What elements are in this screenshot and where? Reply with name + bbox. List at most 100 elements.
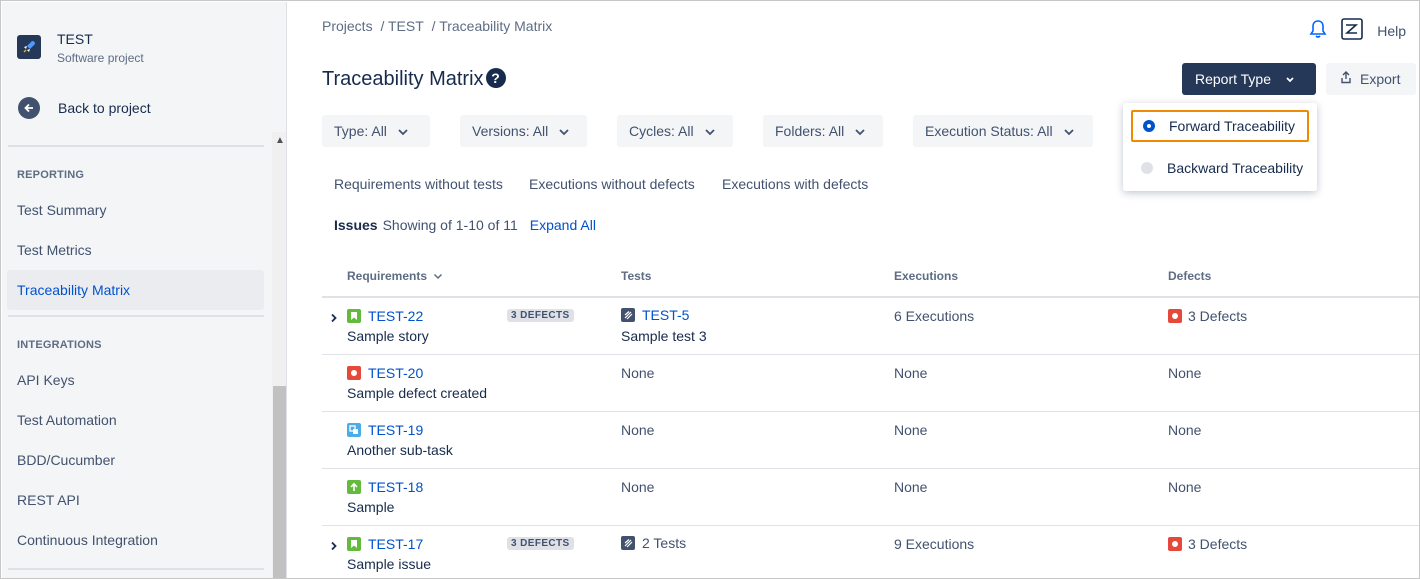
main-content: Projects / TEST / Traceability Matrix He… xyxy=(288,2,1419,578)
sidebar-item-label: Test Automation xyxy=(17,412,117,428)
requirement-summary: Sample defect created xyxy=(347,385,488,401)
tab-executions-with-defects[interactable]: Executions with defects xyxy=(722,176,868,192)
filter-cycles[interactable]: Cycles: All xyxy=(617,115,733,147)
breadcrumb-projects[interactable]: Projects xyxy=(322,18,373,34)
filter-versions[interactable]: Versions: All xyxy=(460,115,587,147)
chevron-down-icon xyxy=(1063,123,1075,139)
tab-requirements-without-tests[interactable]: Requirements without tests xyxy=(334,176,503,192)
menu-item-forward-traceability[interactable]: Forward Traceability xyxy=(1131,110,1309,142)
sidebar-item-api-keys[interactable]: API Keys xyxy=(7,360,264,400)
zephyr-app-icon[interactable] xyxy=(1341,18,1364,43)
arrow-left-icon xyxy=(18,97,40,119)
sidebar-item-label: Continuous Integration xyxy=(17,532,158,548)
bug-icon xyxy=(1168,537,1182,551)
sidebar-divider xyxy=(8,568,264,570)
filter-label: Folders: All xyxy=(775,123,845,139)
row-divider xyxy=(322,525,1419,526)
executions-value: None xyxy=(894,365,928,381)
requirement-link[interactable]: TEST-18 xyxy=(347,479,423,495)
filter-execution-status[interactable]: Execution Status: All xyxy=(913,115,1093,147)
help-link[interactable]: Help xyxy=(1377,23,1406,39)
filter-label: Cycles: All xyxy=(629,123,694,139)
help-question-icon[interactable]: ? xyxy=(485,67,506,88)
defects-value: None xyxy=(1168,479,1202,495)
test-icon xyxy=(621,536,635,550)
menu-item-backward-traceability[interactable]: Backward Traceability xyxy=(1131,152,1309,184)
header-actions: Help xyxy=(1309,18,1406,43)
project-type: Software project xyxy=(57,51,144,65)
executions-value[interactable]: 9 Executions xyxy=(894,536,974,552)
requirement-key: TEST-22 xyxy=(368,308,424,324)
filter-label: Execution Status: All xyxy=(925,123,1053,139)
requirement-link[interactable]: TEST-22 xyxy=(347,308,423,324)
requirement-link[interactable]: TEST-19 xyxy=(347,422,423,438)
export-button[interactable]: Export xyxy=(1326,63,1416,95)
defects-value: None xyxy=(1168,422,1202,438)
filter-label: Versions: All xyxy=(472,123,549,139)
test-key: TEST-5 xyxy=(642,307,690,323)
table-header-divider xyxy=(322,296,1419,298)
sidebar-item-label: API Keys xyxy=(17,372,75,388)
defects-badge: 3 DEFECTS xyxy=(507,309,574,322)
executions-value[interactable]: 6 Executions xyxy=(894,308,974,324)
requirement-key: TEST-18 xyxy=(368,479,424,495)
sidebar-item-traceability-matrix[interactable]: Traceability Matrix xyxy=(7,270,264,310)
defects-badge: 3 DEFECTS xyxy=(507,537,574,550)
requirement-summary: Another sub-task xyxy=(347,442,453,458)
chevron-right-icon[interactable] xyxy=(330,540,338,554)
row-divider xyxy=(322,354,1419,355)
chevron-down-icon xyxy=(1285,71,1295,87)
project-name: TEST xyxy=(57,31,93,47)
column-header-tests: Tests xyxy=(621,269,652,283)
defects-value[interactable]: 3 Defects xyxy=(1168,308,1247,324)
tab-executions-without-defects[interactable]: Executions without defects xyxy=(529,176,695,192)
chevron-right-icon[interactable] xyxy=(330,312,338,326)
issues-count: Showing of 1-10 of 11 xyxy=(382,217,518,233)
breadcrumb-traceability[interactable]: / Traceability Matrix xyxy=(432,18,553,34)
back-to-project-link[interactable]: Back to project xyxy=(18,97,151,119)
requirement-key: TEST-17 xyxy=(368,536,424,552)
requirement-key: TEST-19 xyxy=(368,422,424,438)
menu-item-label: Backward Traceability xyxy=(1167,160,1304,176)
radio-selected-icon xyxy=(1143,120,1155,132)
column-header-requirements[interactable]: Requirements xyxy=(347,269,443,283)
requirement-link[interactable]: TEST-20 xyxy=(347,365,423,381)
project-header[interactable]: TEST Software project xyxy=(17,30,144,67)
column-header-defects: Defects xyxy=(1168,269,1212,283)
section-title-integrations: INTEGRATIONS xyxy=(17,339,102,351)
breadcrumb-test[interactable]: / TEST xyxy=(380,18,423,34)
scroll-up-arrow-icon[interactable]: ▲ xyxy=(275,135,285,146)
filter-folders[interactable]: Folders: All xyxy=(763,115,883,147)
defects-value[interactable]: 3 Defects xyxy=(1168,536,1247,552)
sidebar-item-label: Test Summary xyxy=(17,202,107,218)
subtask-icon xyxy=(347,423,361,437)
report-type-button[interactable]: Report Type xyxy=(1182,63,1316,95)
issues-label: Issues xyxy=(334,217,378,233)
sidebar-item-bdd-cucumber[interactable]: BDD/Cucumber xyxy=(7,440,264,480)
requirement-link[interactable]: TEST-17 xyxy=(347,536,423,552)
chevron-down-icon xyxy=(558,123,570,139)
executions-value: None xyxy=(894,422,928,438)
sidebar-item-continuous-integration[interactable]: Continuous Integration xyxy=(7,520,264,560)
story-icon xyxy=(347,309,361,323)
sidebar-scrollbar-thumb[interactable] xyxy=(273,386,286,578)
sidebar-item-rest-api[interactable]: REST API xyxy=(7,480,264,520)
tests-value: None xyxy=(621,365,655,381)
defects-value: None xyxy=(1168,365,1202,381)
improvement-arrow-up-icon xyxy=(347,480,361,494)
chevron-down-icon xyxy=(397,123,409,139)
story-icon xyxy=(347,537,361,551)
sidebar-item-test-summary[interactable]: Test Summary xyxy=(7,190,264,230)
export-label: Export xyxy=(1360,71,1401,87)
tests-value[interactable]: 2 Tests xyxy=(621,535,686,551)
filter-type[interactable]: Type: All xyxy=(322,115,430,147)
bell-icon[interactable] xyxy=(1309,19,1327,42)
sidebar-item-test-metrics[interactable]: Test Metrics xyxy=(7,230,264,270)
column-header-label: Requirements xyxy=(347,269,428,283)
sidebar-item-test-automation[interactable]: Test Automation xyxy=(7,400,264,440)
test-link[interactable]: TEST-5 xyxy=(621,307,689,323)
expand-all-link[interactable]: Expand All xyxy=(530,217,596,233)
test-summary: Sample test 3 xyxy=(621,328,707,344)
bug-icon xyxy=(1168,309,1182,323)
sidebar-item-label: Test Metrics xyxy=(17,242,92,258)
